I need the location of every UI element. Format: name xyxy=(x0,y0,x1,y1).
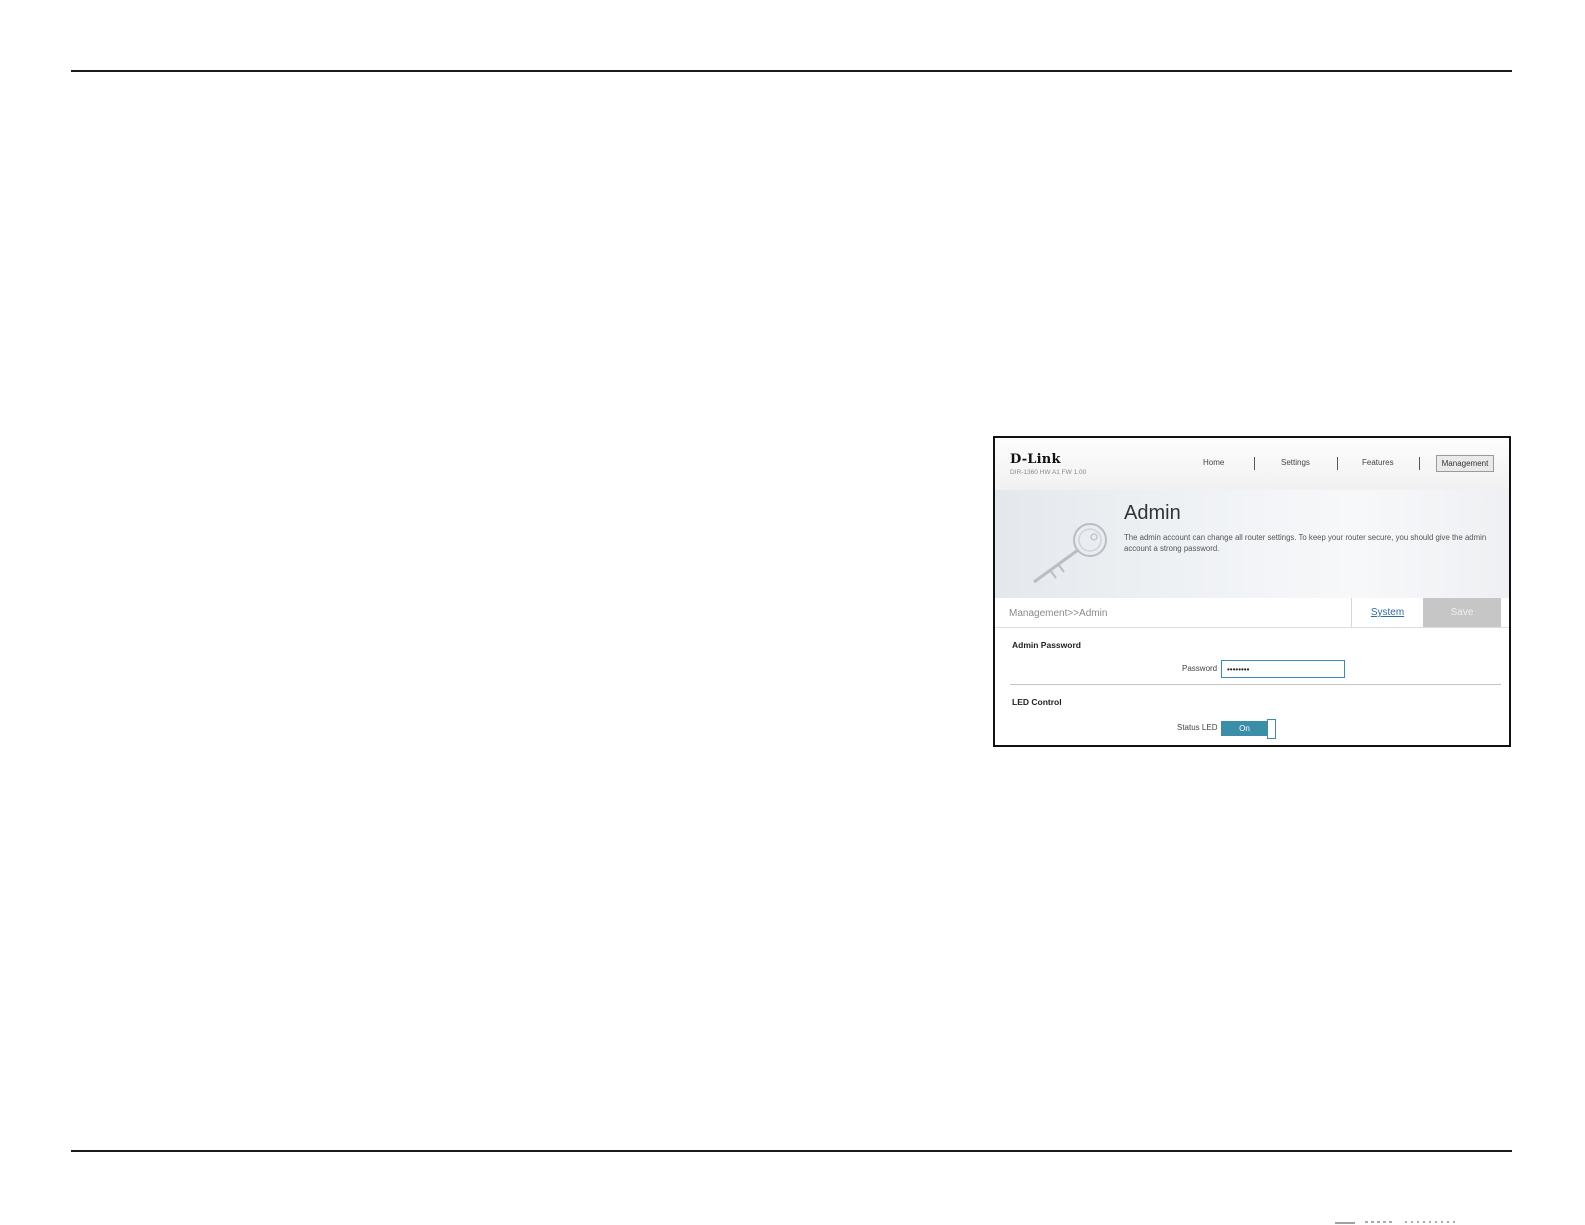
password-label: Password xyxy=(1182,664,1218,673)
nav-separator xyxy=(1254,457,1255,470)
nav-settings[interactable]: Settings xyxy=(1281,458,1310,467)
model-info: DIR-1360 HW A1 FW 1.00 xyxy=(1010,469,1087,476)
nav-management[interactable]: Management xyxy=(1436,455,1494,472)
breadcrumb: Management>>Admin xyxy=(1009,608,1108,619)
save-button[interactable]: Save xyxy=(1423,598,1501,627)
nav-home[interactable]: Home xyxy=(1203,458,1224,467)
system-button[interactable]: System xyxy=(1351,598,1423,627)
page-description: The admin account can change all router … xyxy=(1124,533,1487,553)
admin-banner: Admin The admin account can change all r… xyxy=(995,490,1509,598)
breadcrumb-bar: Management>>Admin System Save xyxy=(995,598,1509,628)
toggle-on-label: On xyxy=(1221,721,1268,736)
password-field[interactable] xyxy=(1221,660,1345,678)
status-led-label: Status LED xyxy=(1177,723,1218,732)
footer-rule xyxy=(71,1150,1512,1152)
header-rule xyxy=(71,70,1512,72)
status-led-toggle[interactable]: On xyxy=(1221,719,1277,739)
nav-separator xyxy=(1337,457,1338,470)
section-divider xyxy=(1010,684,1501,685)
router-header: D-Link DIR-1360 HW A1 FW 1.00 Home Setti… xyxy=(995,438,1509,491)
router-admin-screenshot: D-Link DIR-1360 HW A1 FW 1.00 Home Setti… xyxy=(993,436,1511,747)
key-icon xyxy=(1033,523,1107,584)
nav-separator xyxy=(1419,457,1420,470)
admin-password-section-title: Admin Password xyxy=(1012,640,1081,650)
page-title: Admin xyxy=(1124,502,1181,524)
led-control-section-title: LED Control xyxy=(1012,697,1062,707)
toggle-knob[interactable] xyxy=(1267,719,1276,739)
dlink-logo: D-Link xyxy=(1010,452,1061,467)
nav-features[interactable]: Features xyxy=(1362,458,1394,467)
footer-scan-artifact xyxy=(1335,1221,1455,1224)
